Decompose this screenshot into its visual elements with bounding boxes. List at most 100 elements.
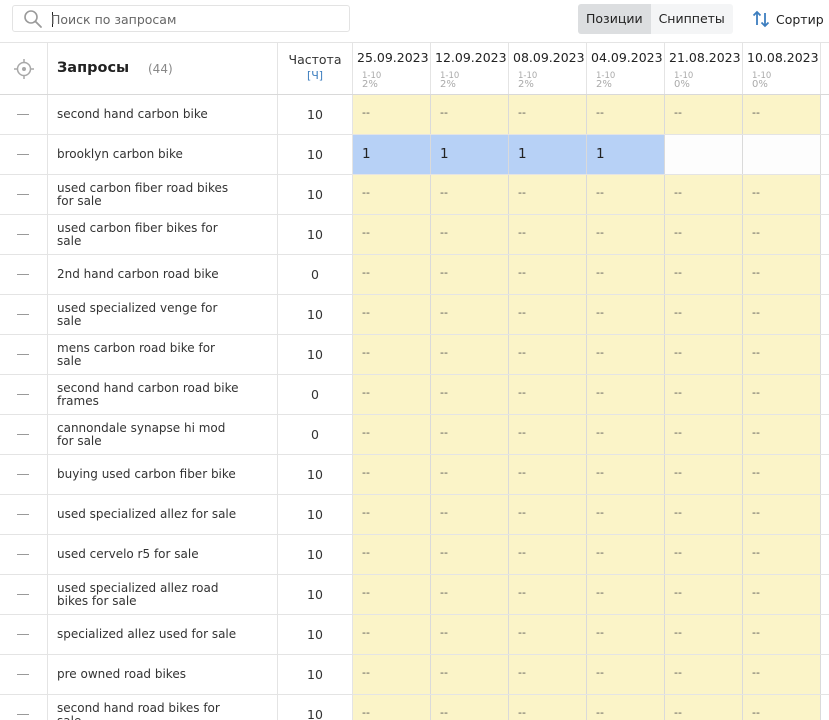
table-row[interactable]: pre owned road bikes 10 -- -- -- -- -- -- [0,655,829,695]
row-toggle[interactable] [0,215,48,254]
query-cell[interactable]: second hand carbon road bike frames [48,375,278,414]
position-cell[interactable]: -- [665,455,743,494]
position-cell[interactable]: -- [665,575,743,614]
position-cell[interactable]: -- [509,455,587,494]
search-input[interactable] [51,9,341,29]
query-cell[interactable]: used carbon fiber bikes for sale [48,215,278,254]
date-column-header[interactable]: 04.09.2023 1-10 2% [587,43,665,94]
date-column-header[interactable]: 25.09.2023 1-10 2% [353,43,431,94]
position-cell[interactable]: -- [587,255,665,294]
position-cell[interactable]: -- [665,375,743,414]
position-cell[interactable]: -- [431,695,509,720]
query-cell[interactable]: pre owned road bikes [48,655,278,694]
position-cell[interactable]: -- [665,335,743,374]
query-cell[interactable]: 2nd hand carbon road bike [48,255,278,294]
position-cell[interactable]: -- [743,535,821,574]
position-cell[interactable]: -- [743,295,821,334]
position-cell[interactable]: -- [587,215,665,254]
query-cell[interactable]: cannondale synapse hi mod for sale [48,415,278,454]
queries-column-header[interactable]: Запросы (44) [48,43,278,94]
position-cell[interactable]: -- [743,215,821,254]
position-cell[interactable]: -- [743,255,821,294]
query-cell[interactable]: used specialized allez road bikes for sa… [48,575,278,614]
table-row[interactable]: cannondale synapse hi mod for sale 0 -- -- -… [0,415,829,455]
position-cell[interactable]: 1 [509,135,587,174]
position-cell[interactable]: -- [431,575,509,614]
row-toggle[interactable] [0,295,48,334]
query-cell[interactable]: second hand carbon bike [48,95,278,134]
date-column-header[interactable]: 12.09.2023 1-10 2% [431,43,509,94]
frequency-column-header[interactable]: Частота [Ч] [278,43,353,94]
position-cell[interactable]: -- [431,175,509,214]
position-cell[interactable]: -- [665,535,743,574]
query-cell[interactable]: used carbon fiber road bikes for sale [48,175,278,214]
position-cell[interactable]: -- [587,295,665,334]
query-cell[interactable]: second hand road bikes for sale [48,695,278,720]
position-cell[interactable]: -- [509,255,587,294]
position-cell[interactable]: -- [509,375,587,414]
date-column-header[interactable]: 10.08.2023 1-10 0% [743,43,821,94]
position-cell[interactable]: -- [587,415,665,454]
date-column-header[interactable]: 08.09.2023 1-10 2% [509,43,587,94]
row-toggle[interactable] [0,375,48,414]
position-cell[interactable]: -- [353,295,431,334]
position-cell[interactable]: -- [665,175,743,214]
position-cell[interactable]: -- [431,215,509,254]
position-cell[interactable]: -- [509,175,587,214]
position-cell[interactable]: -- [587,455,665,494]
row-toggle[interactable] [0,135,48,174]
query-cell[interactable]: brooklyn carbon bike [48,135,278,174]
position-cell[interactable]: -- [353,415,431,454]
query-cell[interactable]: used specialized venge for sale [48,295,278,334]
position-cell[interactable]: -- [431,655,509,694]
position-cell[interactable]: -- [431,495,509,534]
position-cell[interactable]: -- [743,455,821,494]
position-cell[interactable]: -- [509,95,587,134]
position-cell[interactable]: -- [509,295,587,334]
sort-button[interactable]: Сортир [750,6,824,32]
position-cell[interactable]: -- [509,415,587,454]
row-toggle[interactable] [0,535,48,574]
tab-positions[interactable]: Позиции [578,4,651,34]
position-cell[interactable]: -- [743,335,821,374]
position-cell[interactable]: -- [353,535,431,574]
table-row[interactable]: specialized allez used for sale 10 -- -- -- -… [0,615,829,655]
position-cell[interactable]: -- [587,375,665,414]
row-toggle[interactable] [0,495,48,534]
position-cell[interactable]: 1 [353,135,431,174]
row-toggle[interactable] [0,255,48,294]
position-cell[interactable] [665,135,743,174]
position-cell[interactable]: -- [431,415,509,454]
position-cell[interactable]: -- [431,95,509,134]
position-cell[interactable]: -- [587,495,665,534]
position-cell[interactable]: -- [509,615,587,654]
position-cell[interactable]: -- [587,575,665,614]
table-row[interactable]: used specialized venge for sale 10 -- -- -- -… [0,295,829,335]
table-row[interactable]: buying used carbon fiber bike 10 -- -- -- -- -… [0,455,829,495]
position-cell[interactable]: -- [743,495,821,534]
target-column-header[interactable] [0,43,48,94]
row-toggle[interactable] [0,615,48,654]
position-cell[interactable]: -- [587,655,665,694]
table-row[interactable]: used carbon fiber bikes for sale 10 -- -- --… [0,215,829,255]
position-cell[interactable]: -- [353,175,431,214]
frequency-type[interactable]: [Ч] [278,69,352,82]
query-cell[interactable]: specialized allez used for sale [48,615,278,654]
table-row[interactable]: mens carbon road bike for sale 10 -- -- -- --… [0,335,829,375]
position-cell[interactable] [743,135,821,174]
table-row[interactable]: used specialized allez road bikes for sa… [0,575,829,615]
position-cell[interactable]: -- [431,455,509,494]
position-cell[interactable]: -- [665,295,743,334]
position-cell[interactable]: -- [743,95,821,134]
table-row[interactable]: used cervelo r5 for sale 10 -- -- -- -- -- -- [0,535,829,575]
position-cell[interactable]: -- [353,495,431,534]
position-cell[interactable]: -- [353,375,431,414]
table-row[interactable]: 2nd hand carbon road bike 0 -- -- -- -- -- -- [0,255,829,295]
position-cell[interactable]: -- [353,615,431,654]
position-cell[interactable]: -- [509,495,587,534]
position-cell[interactable]: -- [743,575,821,614]
position-cell[interactable]: -- [431,295,509,334]
query-cell[interactable]: used specialized allez for sale [48,495,278,534]
position-cell[interactable]: -- [509,335,587,374]
position-cell[interactable]: -- [431,255,509,294]
